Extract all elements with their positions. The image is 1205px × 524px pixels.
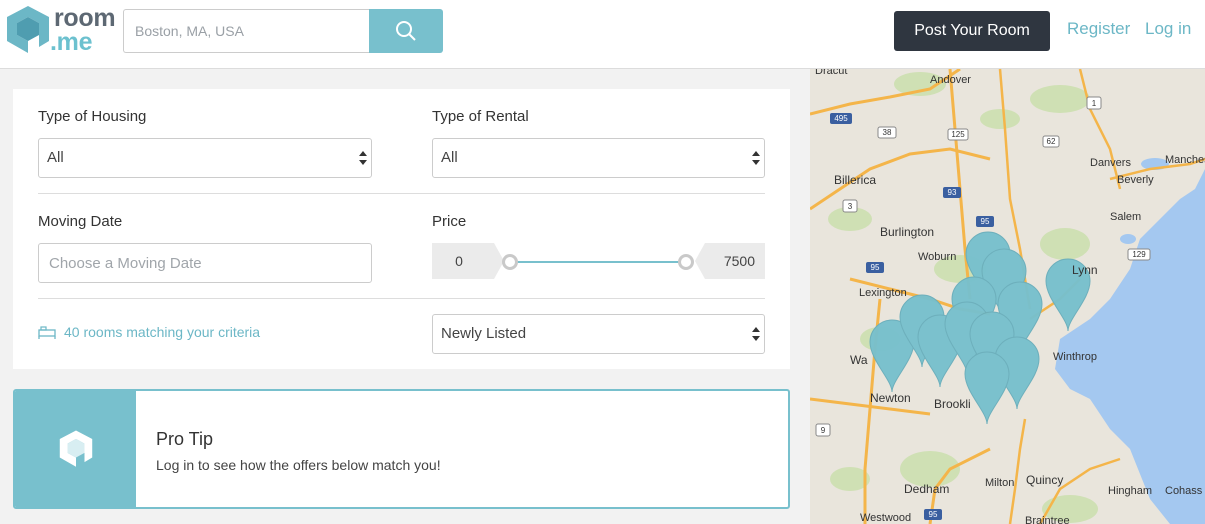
filter-panel: Type of Housing All Type of Rental All M… — [13, 89, 790, 369]
map-label: Dracut — [815, 69, 848, 77]
price-max-arrow — [695, 243, 705, 279]
svg-text:1: 1 — [1092, 99, 1097, 108]
matching-rooms-text: 40 rooms matching your criteria — [64, 324, 261, 340]
moving-date-label: Moving Date — [38, 213, 123, 230]
map-label: Brookli — [934, 397, 971, 411]
map-label: Milton — [985, 477, 1015, 489]
svg-text:125: 125 — [951, 130, 965, 139]
housing-type-label: Type of Housing — [38, 108, 147, 125]
price-max-handle[interactable] — [678, 254, 694, 270]
search-button[interactable] — [369, 9, 443, 53]
rooms-map[interactable]: 495 38 125 1 62 93 3 95 129 95 9 95 Drac… — [810, 69, 1205, 524]
rental-type-value: All — [441, 149, 458, 166]
map-label: Manches — [1165, 154, 1205, 166]
map-label: Newton — [870, 391, 911, 405]
svg-text:495: 495 — [834, 114, 848, 123]
map-label: Salem — [1110, 211, 1142, 223]
select-arrows-icon — [752, 327, 760, 341]
map-label: Lynn — [1072, 263, 1098, 277]
search-icon — [396, 21, 416, 41]
svg-text:95: 95 — [929, 510, 938, 519]
bed-icon — [38, 326, 56, 339]
filter-divider — [38, 298, 765, 299]
svg-text:95: 95 — [981, 217, 990, 226]
rental-type-label: Type of Rental — [432, 108, 529, 125]
login-link[interactable]: Log in — [1145, 19, 1191, 39]
svg-text:38: 38 — [883, 128, 892, 137]
price-slider-track[interactable] — [510, 261, 686, 263]
pro-tip-banner: Pro Tip Log in to see how the offers bel… — [13, 389, 790, 509]
housing-type-value: All — [47, 149, 64, 166]
map-label: Quincy — [1026, 473, 1064, 487]
svg-text:3: 3 — [848, 202, 853, 211]
map-label: Andover — [930, 74, 971, 86]
svg-text:129: 129 — [1132, 250, 1146, 259]
pro-tip-title: Pro Tip — [156, 429, 214, 449]
map-label: Dedham — [904, 482, 950, 496]
select-arrows-icon — [359, 151, 367, 165]
svg-text:95: 95 — [871, 263, 880, 272]
svg-text:9: 9 — [821, 426, 826, 435]
price-label: Price — [432, 213, 467, 230]
pro-tip-icon-area — [15, 391, 136, 507]
logo-word-me: .me — [50, 28, 93, 56]
price-min-value: 0 — [432, 243, 494, 279]
map-label: Lexington — [859, 287, 907, 299]
sort-select[interactable]: Newly Listed — [432, 314, 765, 354]
select-arrows-icon — [752, 151, 760, 165]
rental-type-select[interactable]: All — [432, 138, 765, 178]
map-label: Hingham — [1108, 485, 1153, 497]
map-label: Braintree — [1025, 515, 1070, 524]
post-your-room-button[interactable]: Post Your Room — [894, 11, 1050, 51]
sort-value: Newly Listed — [441, 325, 527, 342]
map-label: Winthrop — [1053, 351, 1098, 363]
map-label: Cohass — [1165, 485, 1203, 497]
price-max-value: 7500 — [705, 243, 765, 279]
matching-rooms-count: 40 rooms matching your criteria — [38, 324, 260, 340]
housing-type-select[interactable]: All — [38, 138, 372, 178]
room-me-logo-icon — [59, 430, 92, 467]
pro-tip-text: Log in to see how the offers below match… — [156, 457, 441, 473]
map-label: Westwood — [860, 512, 912, 524]
map-label: Billerica — [834, 173, 877, 187]
map-label: Danvers — [1090, 157, 1131, 169]
map-label: Woburn — [918, 251, 957, 263]
register-link[interactable]: Register — [1067, 19, 1130, 39]
price-min-handle[interactable] — [502, 254, 518, 270]
moving-date-input[interactable] — [38, 243, 372, 283]
location-search-input[interactable] — [123, 9, 370, 53]
top-header: room .me Post Your Room Register Log in — [0, 0, 1205, 69]
svg-text:93: 93 — [948, 188, 957, 197]
map-label: Burlington — [880, 225, 935, 239]
filter-divider — [38, 193, 765, 194]
map-label: Wa — [850, 353, 868, 367]
map-label: Beverly — [1117, 174, 1154, 186]
logo-wordmark[interactable]: room .me — [50, 6, 116, 55]
svg-text:62: 62 — [1047, 137, 1056, 146]
room-me-logo-icon[interactable] — [6, 5, 50, 55]
